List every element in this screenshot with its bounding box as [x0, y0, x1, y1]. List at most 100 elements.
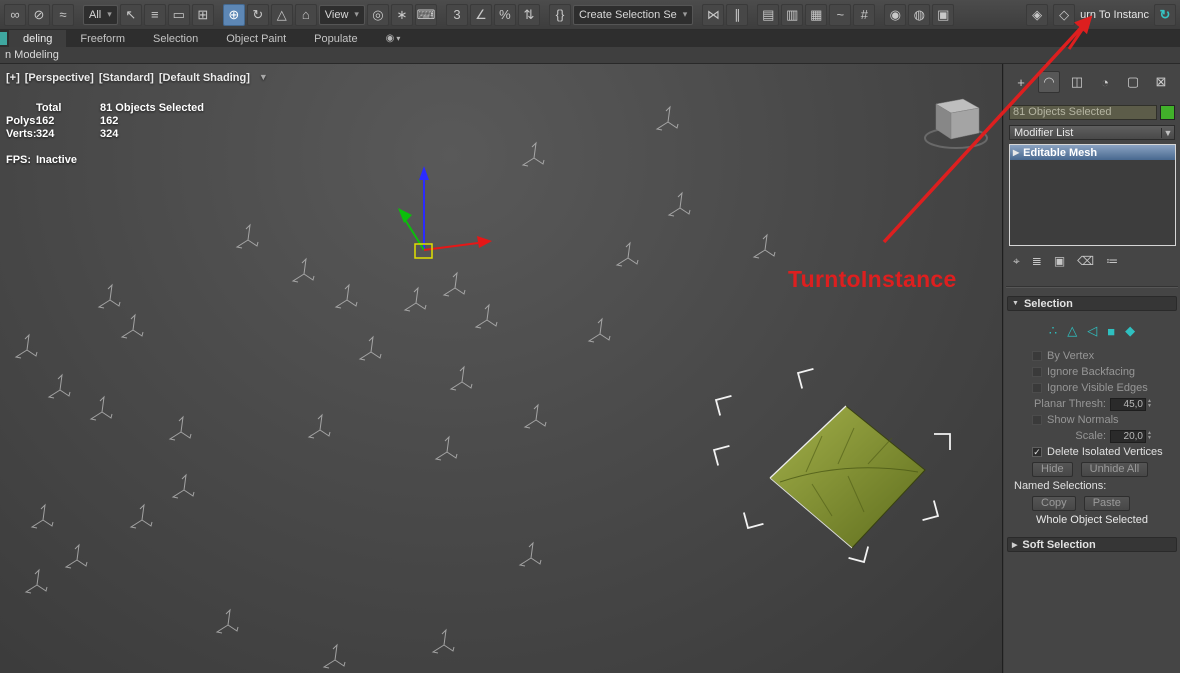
remove-modifier-icon[interactable]: ⌫ — [1077, 254, 1094, 268]
panel-tab-hierarchy[interactable]: ◫ — [1066, 71, 1088, 93]
planar-thresh-input[interactable]: 45,0 — [1110, 397, 1146, 411]
check-icon: ✓ — [1032, 446, 1042, 457]
delete-isolated-vertices-checkbox[interactable]: ✓ Delete Isolated Vertices — [1006, 444, 1178, 460]
use-pivot-point-center-icon[interactable]: ◎ — [366, 3, 389, 26]
polygon-subobject-icon[interactable]: ■ — [1107, 324, 1115, 339]
select-and-manipulate-icon[interactable]: ∗ — [390, 3, 413, 26]
rectangular-selection-region-icon[interactable]: ▭ — [167, 3, 190, 26]
copy-button[interactable]: Copy — [1032, 495, 1076, 511]
iterative-render-refresh-icon[interactable]: ↻ — [1154, 4, 1176, 26]
ribbon-tab-selection[interactable]: Selection — [139, 30, 212, 47]
ribbon-tab-populate[interactable]: Populate — [300, 30, 371, 47]
toolbar-separator — [216, 4, 221, 26]
ribbon-config-dropdown[interactable]: ◉ ▾ — [386, 33, 401, 44]
make-unique-icon[interactable]: ▣ — [1054, 254, 1065, 268]
select-object-icon[interactable]: ↖ — [119, 3, 142, 26]
panel-tab-motion[interactable]: ◔ — [1094, 71, 1116, 93]
bind-to-space-warp-icon[interactable]: ≈ — [52, 3, 74, 26]
turn-to-instance-label[interactable]: urn To Instanc — [1080, 9, 1149, 21]
scale-spinner[interactable]: ▲ ▼ — [1147, 431, 1152, 441]
select-and-scale-icon[interactable]: △ — [270, 3, 293, 26]
panel-tab-create[interactable]: + — [1010, 71, 1032, 93]
mirror-icon[interactable]: ⋈ — [702, 3, 725, 26]
stack-item-editable-mesh[interactable]: ▶ Editable Mesh — [1010, 145, 1175, 160]
object-name-field[interactable]: 81 Objects Selected — [1009, 105, 1157, 120]
vertex-subobject-icon[interactable]: ∴ — [1049, 323, 1057, 339]
expand-arrow-icon[interactable]: ▶ — [1013, 148, 1019, 157]
object-color-swatch[interactable] — [1160, 105, 1175, 120]
element-subobject-icon[interactable]: ◆ — [1125, 323, 1135, 339]
soft-selection-rollout-header[interactable]: ▶ Soft Selection — [1007, 537, 1177, 552]
viewport-filter-icon[interactable]: ▼ — [259, 72, 268, 84]
toggle-layer-explorer-icon[interactable]: ▥ — [781, 3, 804, 26]
polygon-modeling-panel-label[interactable]: n Modeling — [5, 49, 59, 61]
stats-verts-selected: 324 — [100, 128, 119, 140]
schematic-view-icon[interactable]: # — [853, 3, 876, 26]
ignore-backfacing-checkbox[interactable]: Ignore Backfacing — [1006, 364, 1178, 380]
panel-tab-modify[interactable]: ◠ — [1038, 71, 1060, 93]
toggle-ribbon-icon[interactable]: ▦ — [805, 3, 828, 26]
pin-stack-icon[interactable]: ⌖ — [1013, 254, 1020, 269]
show-normals-checkbox[interactable]: Show Normals — [1006, 412, 1178, 428]
helper-axis-objects[interactable] — [14, 105, 776, 669]
viewport-renderer-menu[interactable]: [Standard] — [99, 72, 154, 84]
panel-tab-display[interactable]: ▢ — [1122, 71, 1144, 93]
keyboard-shortcut-override-icon[interactable]: ⌨ — [414, 3, 437, 26]
selection-rollout-header[interactable]: ▼ Selection — [1007, 296, 1177, 311]
material-editor-icon[interactable]: ◉ — [884, 3, 907, 26]
viewport-shading-menu[interactable]: [Default Shading] — [159, 72, 250, 84]
viewport-general-menu[interactable]: [+] — [6, 72, 20, 84]
view-cube[interactable] — [924, 98, 988, 149]
hide-button[interactable]: Hide — [1032, 461, 1073, 477]
select-and-place-icon[interactable]: ⌂ — [294, 3, 317, 26]
render-setup-icon[interactable]: ◍ — [908, 3, 931, 26]
align-icon[interactable]: ∥ — [726, 3, 749, 26]
ignore-visible-edges-checkbox[interactable]: Ignore Visible Edges — [1006, 380, 1178, 396]
annotation-text: TurntoInstance — [788, 266, 957, 292]
select-and-rotate-icon[interactable]: ↻ — [246, 3, 269, 26]
named-selection-sets-dropdown[interactable]: Create Selection Se ▾ — [572, 4, 694, 25]
ribbon-tab-deling[interactable]: deling — [9, 30, 67, 47]
viewport-pov-menu[interactable]: [Perspective] — [25, 72, 94, 84]
move-transform-gizmo[interactable] — [398, 166, 492, 259]
reference-coordinate-dropdown[interactable]: View ▾ — [318, 4, 365, 25]
selection-filter-dropdown[interactable]: All ▾ — [83, 4, 118, 25]
angle-snap-toggle-icon[interactable]: ∠ — [469, 3, 492, 26]
modifier-stack[interactable]: ▶ Editable Mesh — [1009, 144, 1176, 246]
toggle-scene-explorer-icon[interactable]: ▤ — [757, 3, 780, 26]
leaf-plane-object[interactable] — [769, 405, 926, 549]
render-setup-teapot-icon[interactable]: ◈ — [1026, 4, 1049, 26]
planar-thresh-spinner[interactable]: ▲ ▼ — [1147, 399, 1152, 409]
chevron-down-icon: ▾ — [354, 9, 359, 19]
panel-tab-utilities[interactable]: ⊠ — [1150, 71, 1172, 93]
unhide-all-button[interactable]: Unhide All — [1080, 461, 1149, 477]
viewport-label-bar: [+] [Perspective] [Standard] [Default Sh… — [6, 72, 268, 84]
spinner-snap-toggle-icon[interactable]: ⇅ — [517, 3, 540, 26]
window-crossing-toggle-icon[interactable]: ⊞ — [191, 3, 214, 26]
by-vertex-checkbox[interactable]: By Vertex — [1006, 348, 1178, 364]
ribbon-tab-object-paint[interactable]: Object Paint — [212, 30, 300, 47]
curve-editor-icon[interactable]: ~ — [829, 3, 852, 26]
select-and-move-icon[interactable]: ⊕ — [222, 3, 245, 26]
edit-named-selection-sets-icon[interactable]: {} — [548, 3, 571, 26]
face-subobject-icon[interactable]: ◁ — [1087, 323, 1097, 339]
snap-toggle-3d-icon[interactable]: 3 — [445, 3, 468, 26]
show-end-result-icon[interactable]: ≣ — [1032, 254, 1042, 268]
render-preview-icon[interactable]: ◇ — [1053, 4, 1076, 26]
select-by-name-icon[interactable]: ≡ — [143, 3, 166, 26]
modifier-list-dropdown[interactable]: Modifier List ▼ — [1009, 125, 1175, 140]
paste-button[interactable]: Paste — [1083, 495, 1130, 511]
edge-subobject-icon[interactable]: △ — [1067, 323, 1077, 339]
rollout-title: Soft Selection — [1022, 538, 1096, 551]
percent-snap-toggle-icon[interactable]: % — [493, 3, 516, 26]
rendered-frame-window-icon[interactable]: ▣ — [932, 3, 955, 26]
toolbar-right-group: ◈ ◇ urn To Instanc ↻ — [1026, 0, 1176, 30]
perspective-viewport[interactable]: [+] [Perspective] [Standard] [Default Sh… — [0, 64, 1003, 673]
select-and-link-icon[interactable]: ∞ — [4, 3, 26, 26]
unlink-selection-icon[interactable]: ⊘ — [28, 3, 50, 26]
stack-item-label: Editable Mesh — [1023, 146, 1098, 159]
ribbon-tab-freeform[interactable]: Freeform — [66, 30, 139, 47]
scale-input[interactable]: 20,0 — [1110, 429, 1146, 443]
toolbar-separator — [877, 4, 882, 26]
configure-modifier-sets-icon[interactable]: ≔ — [1106, 254, 1118, 268]
